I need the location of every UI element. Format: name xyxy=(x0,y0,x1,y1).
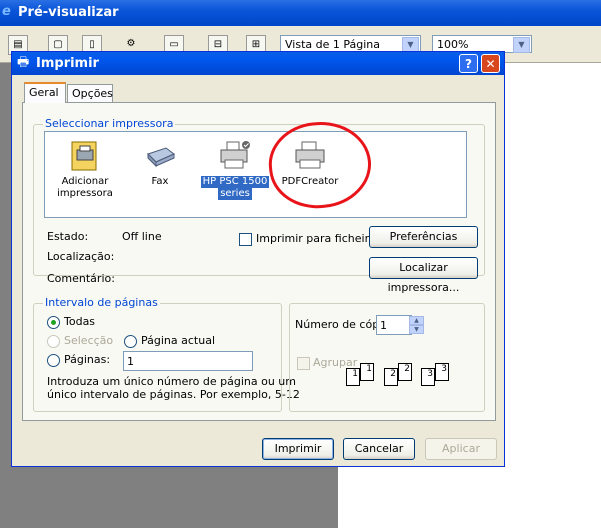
help-button[interactable]: ? xyxy=(459,54,478,73)
view-select-value: Vista de 1 Página xyxy=(285,38,380,51)
print-to-file-label[interactable]: Imprimir para ficheiro xyxy=(256,232,376,245)
printer-icon: 🖶 xyxy=(17,55,30,70)
printer-name-line2: impressora xyxy=(57,188,113,199)
spin-down-icon[interactable]: ▼ xyxy=(409,325,424,334)
printer-list[interactable]: Adicionar impressora Fax HP PSC 1500 ser… xyxy=(44,131,467,218)
copies-input[interactable] xyxy=(376,315,412,335)
cancel-button[interactable]: Cancelar xyxy=(343,438,415,460)
all-pages-radio[interactable] xyxy=(47,316,60,329)
current-page-radio[interactable] xyxy=(124,335,137,348)
current-page-label[interactable]: Página actual xyxy=(141,334,215,347)
ie-icon: e xyxy=(2,4,11,19)
printer-name: Fax xyxy=(151,176,169,187)
selection-label: Selecção xyxy=(64,334,114,347)
pages-input[interactable] xyxy=(123,351,253,371)
printer-name-line2: series xyxy=(218,188,252,200)
collate-checkbox[interactable] xyxy=(297,357,310,370)
copies-stepper[interactable]: ▲ ▼ xyxy=(409,316,424,334)
printer-item-fax[interactable]: Fax xyxy=(125,136,195,214)
zoom-select-value: 100% xyxy=(437,38,469,51)
page-range-hint-line2: único intervalo de páginas. Por exemplo,… xyxy=(47,388,300,401)
preferences-button[interactable]: Preferências xyxy=(369,226,478,248)
dialog-title: Imprimir xyxy=(36,56,99,71)
close-button[interactable]: ✕ xyxy=(481,54,500,73)
select-printer-label: Seleccionar impressora xyxy=(43,117,176,130)
status-label: Estado: xyxy=(47,230,89,243)
find-printer-button[interactable]: Localizar impressora... xyxy=(369,257,478,294)
apply-button[interactable]: Aplicar xyxy=(425,438,497,460)
printer-item-hp[interactable]: HP PSC 1500 series xyxy=(200,136,270,214)
tab-opcoes[interactable]: Opções xyxy=(67,84,113,102)
pages-label[interactable]: Páginas: xyxy=(64,353,110,366)
spin-up-icon[interactable]: ▲ xyxy=(409,316,424,325)
tab-geral[interactable]: Geral xyxy=(24,82,66,103)
printer-name: Adicionar xyxy=(61,176,109,187)
print-dialog: 🖶 Imprimir ? ✕ Geral Opções Seleccionar … xyxy=(11,51,505,467)
dialog-titlebar[interactable]: 🖶 Imprimir ? ✕ xyxy=(12,52,504,75)
fax-icon xyxy=(144,140,176,172)
selection-radio[interactable] xyxy=(47,335,60,348)
page-range-label: Intervalo de páginas xyxy=(43,296,160,309)
add-printer-icon xyxy=(69,140,101,172)
printer-item-add[interactable]: Adicionar impressora xyxy=(50,136,120,214)
chevron-down-icon: ▼ xyxy=(513,37,530,53)
print-to-file-checkbox[interactable] xyxy=(239,233,252,246)
page-range-hint: Introduza um único número de página ou u… xyxy=(47,375,296,388)
print-button[interactable]: Imprimir xyxy=(262,438,334,460)
location-label: Localização: xyxy=(47,250,115,263)
status-value: Off line xyxy=(122,230,162,243)
comment-label: Comentário: xyxy=(47,272,115,285)
all-pages-label[interactable]: Todas xyxy=(64,315,95,328)
printer-name: HP PSC 1500 xyxy=(200,176,270,188)
preview-titlebar: e Pré-visualizar xyxy=(0,0,601,26)
printer-default-icon xyxy=(219,140,251,172)
pages-radio[interactable] xyxy=(47,354,60,367)
preview-title: Pré-visualizar xyxy=(18,5,119,20)
